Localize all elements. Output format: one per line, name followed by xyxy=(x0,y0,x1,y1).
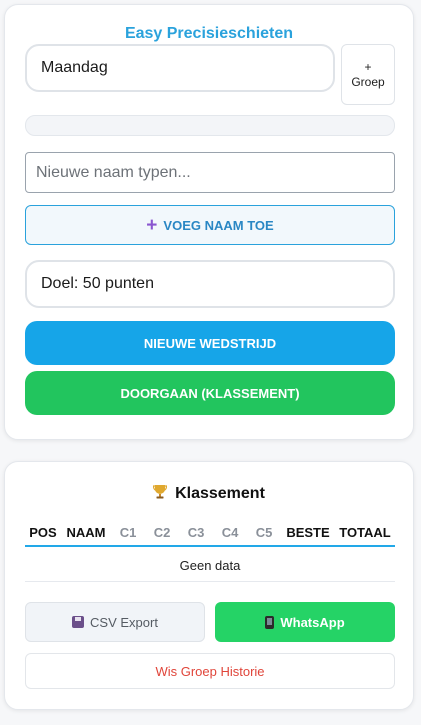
col-header-c1[interactable]: C1 xyxy=(111,525,145,540)
csv-export-label: CSV Export xyxy=(90,614,158,630)
add-name-button[interactable]: + VOEG NAAM TOE xyxy=(25,205,395,245)
group-select-value: Maandag xyxy=(41,59,108,76)
group-select[interactable]: Maandag xyxy=(25,44,335,92)
whatsapp-label: WhatsApp xyxy=(280,614,345,630)
ranking-card: Klassement POS NAAM C1 C2 C3 C4 C5 BESTE… xyxy=(4,461,414,710)
ranking-title: Klassement xyxy=(175,484,265,502)
add-group-plus: + xyxy=(364,59,372,74)
progress-bar xyxy=(25,115,395,136)
game-setup-card: Easy Precisieschieten Maandag + Groep + … xyxy=(4,4,414,440)
add-group-button[interactable]: + Groep xyxy=(341,44,395,105)
add-group-label: Groep xyxy=(351,74,385,89)
col-header-c3[interactable]: C3 xyxy=(179,525,213,540)
goal-select-value: Doel: 50 punten xyxy=(41,275,154,292)
ranking-heading: Klassement xyxy=(5,484,413,503)
col-header-pos[interactable]: POS xyxy=(25,525,61,540)
floppy-disk-icon xyxy=(72,616,85,628)
new-match-button[interactable]: NIEUWE WEDSTRIJD xyxy=(25,321,395,365)
app-title: Easy Precisieschieten xyxy=(124,25,294,42)
col-header-c5[interactable]: C5 xyxy=(247,525,281,540)
col-header-beste[interactable]: BESTE xyxy=(281,525,335,540)
csv-export-button[interactable]: CSV Export xyxy=(25,602,205,642)
col-header-c4[interactable]: C4 xyxy=(213,525,247,540)
add-name-label: VOEG NAAM TOE xyxy=(163,217,274,233)
col-header-naam[interactable]: NAAM xyxy=(61,525,111,540)
new-name-input[interactable] xyxy=(25,152,395,193)
empty-table-message: Geen data xyxy=(25,549,395,582)
goal-select[interactable]: Doel: 50 punten xyxy=(25,260,395,308)
trophy-icon xyxy=(152,484,168,503)
col-header-c2[interactable]: C2 xyxy=(145,525,179,540)
col-header-totaal[interactable]: TOTAAL xyxy=(335,525,395,540)
plus-icon: + xyxy=(146,214,158,236)
whatsapp-share-button[interactable]: WhatsApp xyxy=(215,602,395,642)
mobile-phone-icon xyxy=(265,615,275,629)
continue-ranking-button[interactable]: DOORGAAN (KLASSEMENT) xyxy=(25,371,395,415)
ranking-table-header: POS NAAM C1 C2 C3 C4 C5 BESTE TOTAAL xyxy=(25,519,395,547)
clear-group-history-button[interactable]: Wis Groep Historie xyxy=(25,653,395,689)
